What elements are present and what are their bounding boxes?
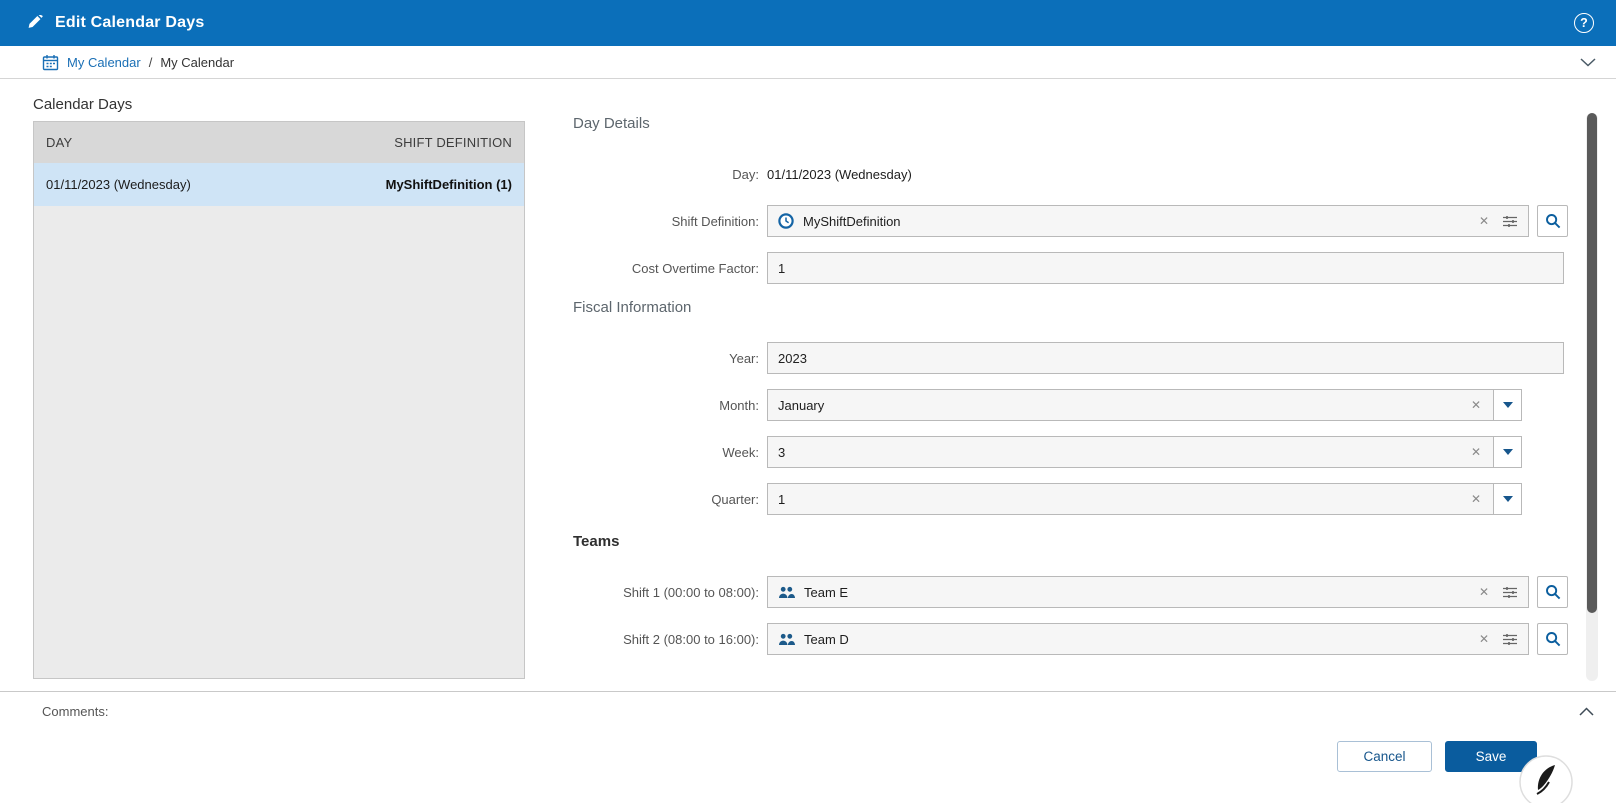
shift1-label: Shift 1 (00:00 to 08:00):	[623, 584, 759, 600]
quarter-clear-icon[interactable]: ✕	[1469, 491, 1483, 507]
comments-label: Comments:	[42, 704, 109, 719]
shift2-clear-icon[interactable]: ✕	[1477, 631, 1491, 647]
shift2-team-value: Team D	[804, 631, 849, 647]
day-label: Day:	[732, 166, 759, 182]
breadcrumb-separator: /	[148, 54, 153, 70]
cost-overtime-label: Cost Overtime Factor:	[631, 260, 759, 276]
row-shift-definition-value: MyShiftDefinition (1)	[385, 177, 512, 192]
shift-definition-row: Shift Definition: MyShiftDefinition ✕	[573, 205, 1576, 237]
year-input[interactable]	[767, 342, 1564, 374]
year-row: Year:	[573, 342, 1576, 374]
shift2-team-field[interactable]: Team D ✕	[767, 623, 1529, 655]
shift1-clear-icon[interactable]: ✕	[1477, 584, 1491, 600]
week-input[interactable]	[778, 444, 1469, 460]
team-icon	[778, 633, 795, 646]
edit-pencil-icon	[27, 14, 44, 32]
section-title-day-details: Day Details	[573, 115, 650, 132]
shift1-team-value: Team E	[804, 584, 849, 600]
cost-overtime-input[interactable]	[767, 252, 1564, 284]
week-clear-icon[interactable]: ✕	[1469, 444, 1483, 460]
day-row: Day: 01/11/2023 (Wednesday)	[573, 158, 1576, 190]
calendar-days-table: DAY SHIFT DEFINITION 01/11/2023 (Wednesd…	[33, 121, 525, 679]
edit-calendar-days-window: Edit Calendar Days ? My Calendar / My Ca…	[0, 0, 1616, 803]
breadcrumb: My Calendar / My Calendar	[0, 46, 1616, 79]
cost-overtime-row: Cost Overtime Factor:	[573, 252, 1576, 284]
year-label: Year:	[729, 350, 759, 366]
titlebar: Edit Calendar Days ?	[0, 0, 1616, 46]
shift1-filter-icon[interactable]	[1502, 586, 1518, 599]
cancel-button[interactable]: Cancel	[1337, 741, 1432, 772]
shift1-row: Shift 1 (00:00 to 08:00): Team E ✕	[573, 576, 1576, 608]
week-label: Week:	[722, 444, 759, 460]
shift-definition-filter-icon[interactable]	[1502, 215, 1518, 228]
page-title: Edit Calendar Days	[55, 14, 205, 31]
month-dropdown-button[interactable]	[1493, 389, 1522, 421]
calendar-days-panel: Calendar Days DAY SHIFT DEFINITION 01/11…	[33, 96, 525, 679]
quarter-label: Quarter:	[711, 491, 759, 507]
month-clear-icon[interactable]: ✕	[1469, 397, 1483, 413]
quarter-combo: ✕	[767, 483, 1494, 515]
calendar-icon	[42, 54, 59, 71]
column-header-day: DAY	[46, 135, 73, 150]
shift2-filter-icon[interactable]	[1502, 633, 1518, 646]
week-combo: ✕	[767, 436, 1494, 468]
breadcrumb-current: My Calendar	[160, 54, 235, 70]
month-combo: ✕	[767, 389, 1494, 421]
shift2-row: Shift 2 (08:00 to 16:00): Team D ✕	[573, 623, 1576, 655]
shift-definition-clear-icon[interactable]: ✕	[1477, 213, 1491, 229]
table-row[interactable]: 01/11/2023 (Wednesday) MyShiftDefinition…	[34, 163, 524, 206]
chevron-up-icon[interactable]	[1579, 707, 1594, 716]
section-title-fiscal-information: Fiscal Information	[573, 299, 692, 316]
shift-definition-icon	[778, 213, 794, 229]
week-row: Week: ✕	[573, 436, 1576, 468]
calendar-days-title: Calendar Days	[33, 96, 133, 113]
vertical-scrollbar[interactable]	[1586, 113, 1598, 681]
shift-definition-field[interactable]: MyShiftDefinition ✕	[767, 205, 1529, 237]
row-day-value: 01/11/2023 (Wednesday)	[46, 177, 191, 192]
quarter-row: Quarter: ✕	[573, 483, 1576, 515]
save-button[interactable]: Save	[1445, 741, 1537, 772]
table-header: DAY SHIFT DEFINITION	[34, 122, 524, 163]
chevron-down-icon[interactable]	[1580, 57, 1596, 67]
quarter-input[interactable]	[778, 491, 1469, 507]
shift2-label: Shift 2 (08:00 to 16:00):	[623, 631, 759, 647]
month-row: Month: ✕	[573, 389, 1576, 421]
shift-definition-label: Shift Definition:	[671, 213, 759, 229]
comments-section: Comments:	[0, 691, 1616, 731]
week-dropdown-button[interactable]	[1493, 436, 1522, 468]
help-icon[interactable]: ?	[1574, 13, 1594, 33]
breadcrumb-link-my-calendar[interactable]: My Calendar	[67, 55, 141, 70]
scrollbar-thumb[interactable]	[1587, 113, 1597, 613]
month-input[interactable]	[778, 397, 1469, 413]
day-value: 01/11/2023 (Wednesday)	[767, 166, 912, 182]
month-label: Month:	[719, 397, 759, 413]
shift2-search-button[interactable]	[1537, 623, 1568, 655]
content-area: Calendar Days DAY SHIFT DEFINITION 01/11…	[0, 79, 1616, 691]
quarter-dropdown-button[interactable]	[1493, 483, 1522, 515]
shift-definition-search-button[interactable]	[1537, 205, 1568, 237]
team-icon	[778, 586, 795, 599]
shift1-search-button[interactable]	[1537, 576, 1568, 608]
day-details-form: Day Details Day: 01/11/2023 (Wednesday) …	[573, 79, 1576, 670]
shift-definition-value: MyShiftDefinition	[803, 213, 901, 229]
shift1-team-field[interactable]: Team E ✕	[767, 576, 1529, 608]
column-header-shift-definition: SHIFT DEFINITION	[394, 135, 512, 150]
section-title-teams: Teams	[573, 533, 620, 550]
footer-actions: Cancel Save	[0, 731, 1616, 803]
